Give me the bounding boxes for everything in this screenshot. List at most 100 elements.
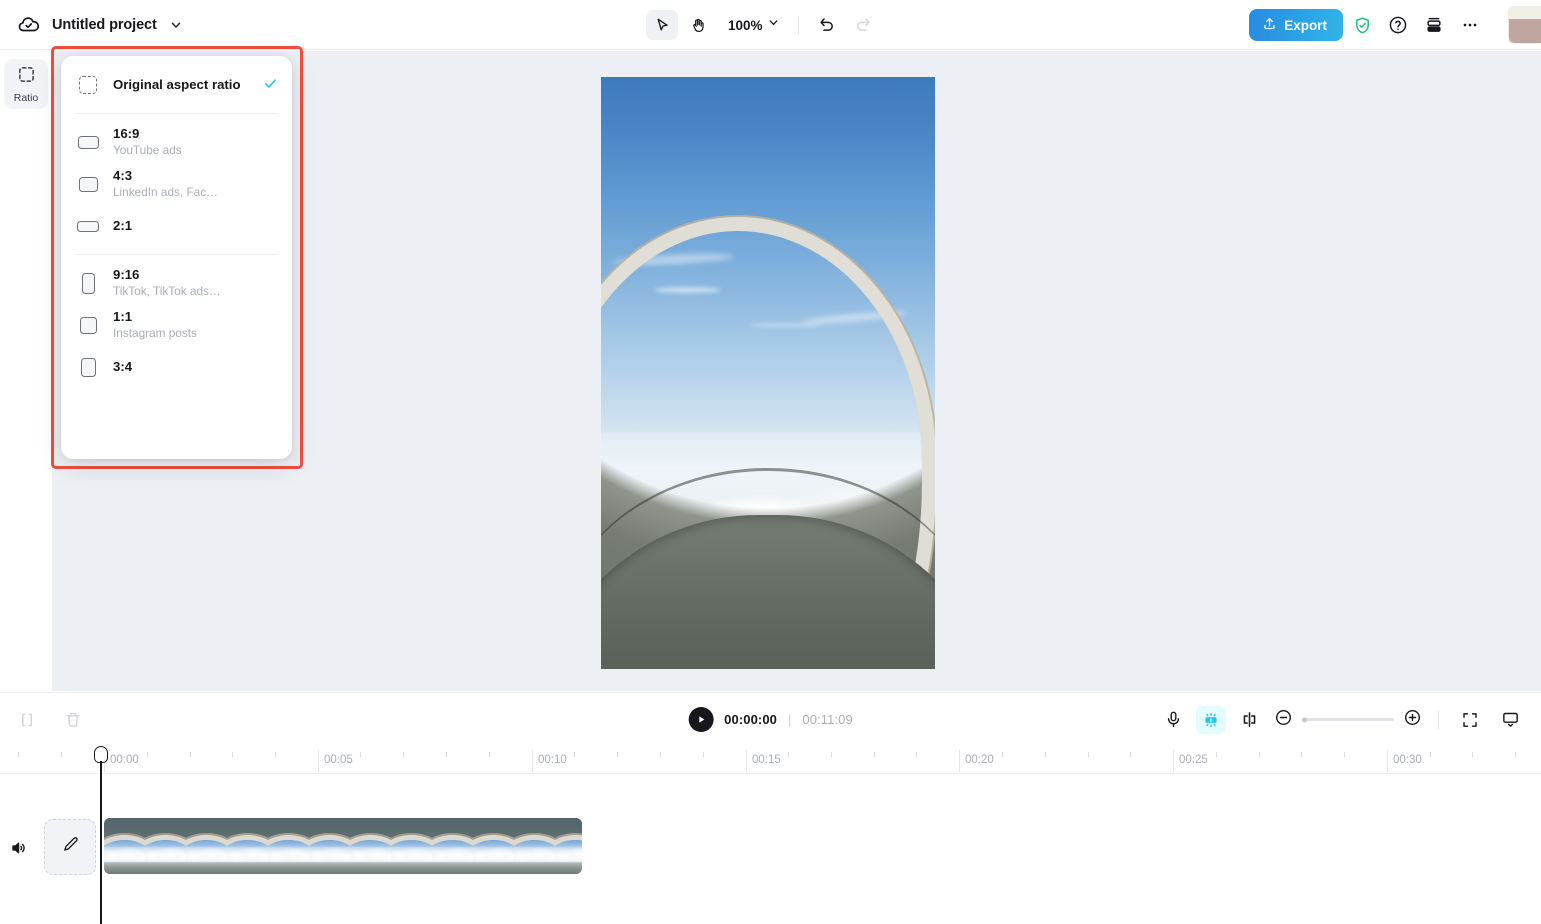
- zoom-slider-thumb[interactable]: [1302, 717, 1307, 722]
- ratio-option-label: 2:1: [113, 218, 133, 234]
- sidebar-item-ratio[interactable]: Ratio: [4, 59, 48, 109]
- sidebar-item-label: Ratio: [13, 91, 39, 104]
- ratio-option-label: 9:16: [113, 267, 140, 283]
- shield-check-icon[interactable]: [1345, 8, 1379, 42]
- pencil-icon: [61, 835, 80, 859]
- zoom-out-icon[interactable]: [1274, 708, 1293, 732]
- ratio-option-sublabel: TikTok, TikTok ads…: [113, 283, 221, 298]
- ratio-1-1-icon: [75, 316, 101, 334]
- project-chevron-down-icon[interactable]: [167, 16, 185, 34]
- export-label: Export: [1284, 17, 1327, 33]
- presentation-icon[interactable]: [1493, 703, 1527, 737]
- clip-thumbnail: [391, 818, 432, 874]
- menu-divider: [75, 254, 278, 255]
- left-sidebar: Ratio: [0, 51, 52, 691]
- header-left-group: Untitled project: [0, 12, 185, 38]
- ratio-dropdown-menu[interactable]: Original aspect ratio 16:9 YouTube ads 4…: [61, 56, 292, 459]
- split-view-icon[interactable]: [1232, 703, 1266, 737]
- video-preview[interactable]: [601, 77, 935, 669]
- ruler-label: 00:30: [1393, 754, 1422, 766]
- ratio-16-9-icon: [75, 135, 101, 149]
- clip-thumbnail: [432, 818, 473, 874]
- ratio-option-original[interactable]: Original aspect ratio: [61, 64, 292, 106]
- volume-icon[interactable]: [5, 834, 33, 862]
- clip-thumbnail: [514, 818, 555, 874]
- ruler-label: 00:20: [965, 754, 994, 766]
- ruler-label: 00:10: [538, 754, 567, 766]
- clip-thumbnail: [145, 818, 186, 874]
- ratio-9-16-icon: [75, 272, 101, 294]
- avatar[interactable]: [1495, 0, 1541, 50]
- ratio-option-4-3[interactable]: 4:3 LinkedIn ads, Fac…: [61, 163, 292, 205]
- hand-tool-button[interactable]: [682, 10, 714, 40]
- timeline-body: [0, 774, 1541, 924]
- ratio-3-4-icon: [75, 357, 101, 377]
- clip-thumbnail: [309, 818, 350, 874]
- clip-thumbnail: [350, 818, 391, 874]
- zoom-level-dropdown[interactable]: 100%: [718, 13, 786, 37]
- zoom-chevron-down-icon: [767, 16, 780, 34]
- zoom-slider-track[interactable]: [1302, 717, 1394, 722]
- trash-icon[interactable]: [56, 703, 90, 737]
- preview-cloud-wisp: [747, 322, 822, 327]
- microphone-icon[interactable]: [1156, 703, 1190, 737]
- fit-screen-icon[interactable]: [1453, 703, 1487, 737]
- split-clip-icon[interactable]: [10, 703, 44, 737]
- ruler-label: 00:25: [1179, 754, 1208, 766]
- clip-thumbnail: [186, 818, 227, 874]
- ratio-option-label: 4:3: [113, 168, 133, 184]
- ratio-option-2-1[interactable]: 2:1: [61, 205, 292, 247]
- ratio-option-16-9[interactable]: 16:9 YouTube ads: [61, 121, 292, 163]
- play-button[interactable]: [688, 707, 714, 732]
- menu-divider: [75, 113, 278, 114]
- avatar-top: [1509, 7, 1541, 19]
- ratio-option-sublabel: Instagram posts: [113, 325, 197, 340]
- toolbar-divider: [797, 16, 799, 34]
- ratio-2-1-icon: [75, 220, 101, 232]
- redo-button[interactable]: [847, 10, 879, 40]
- ratio-option-label: 16:9: [113, 126, 140, 142]
- more-horizontal-icon[interactable]: [1453, 8, 1487, 42]
- ratio-option-sublabel: YouTube ads: [113, 142, 182, 157]
- ratio-option-label: 3:4: [113, 359, 133, 375]
- aspect-ratio-icon: [17, 65, 36, 89]
- ratio-option-3-4[interactable]: 3:4: [61, 346, 292, 388]
- timeline-playback-group: 00:00:00 | 00:11:09: [688, 707, 853, 732]
- check-icon: [263, 76, 278, 95]
- ratio-option-1-1[interactable]: 1:1 Instagram posts: [61, 304, 292, 346]
- ruler-label: 00:15: [752, 754, 781, 766]
- timeline-zoom-slider[interactable]: [1274, 708, 1422, 732]
- avatar-bottom: [1509, 19, 1541, 43]
- clip-thumbnail: [268, 818, 309, 874]
- page-title: Untitled project: [52, 16, 157, 33]
- ratio-option-label: Original aspect ratio: [113, 77, 241, 93]
- timeline-right-tools: [1156, 703, 1527, 737]
- timeline-ruler[interactable]: 00:00 00:05 00:10 00:15 00:20 00:25 00:3…: [0, 746, 1541, 774]
- header-tools-group: 100%: [646, 0, 879, 50]
- ruler-label: 00:00: [110, 754, 139, 766]
- timeline-track: [0, 818, 1541, 880]
- cursor-tool-button[interactable]: [646, 10, 678, 40]
- current-time: 00:00:00: [724, 712, 777, 727]
- total-duration: 00:11:09: [802, 712, 853, 727]
- upload-icon: [1262, 16, 1277, 34]
- time-separator: |: [788, 712, 792, 727]
- clip-thumbnail: [227, 818, 268, 874]
- ruler-label: 00:05: [324, 754, 353, 766]
- header-right-group: Export: [1249, 0, 1541, 50]
- ratio-4-3-icon: [75, 176, 101, 192]
- zoom-in-icon[interactable]: [1403, 708, 1422, 732]
- cloud-check-icon[interactable]: [16, 12, 42, 38]
- zoom-level-value: 100%: [728, 17, 763, 33]
- layers-icon[interactable]: [1417, 8, 1451, 42]
- timeline-toolbar: 00:00:00 | 00:11:09: [0, 692, 1541, 746]
- undo-button[interactable]: [811, 10, 843, 40]
- ratio-option-9-16[interactable]: 9:16 TikTok, TikTok ads…: [61, 262, 292, 304]
- timeline-divider: [1438, 710, 1439, 729]
- export-button[interactable]: Export: [1249, 9, 1343, 41]
- clip-thumbnail: [555, 818, 582, 874]
- edit-clip-button[interactable]: [44, 819, 96, 875]
- help-circle-icon[interactable]: [1381, 8, 1415, 42]
- video-clip[interactable]: [104, 818, 582, 874]
- ai-enhance-button[interactable]: [1196, 705, 1226, 734]
